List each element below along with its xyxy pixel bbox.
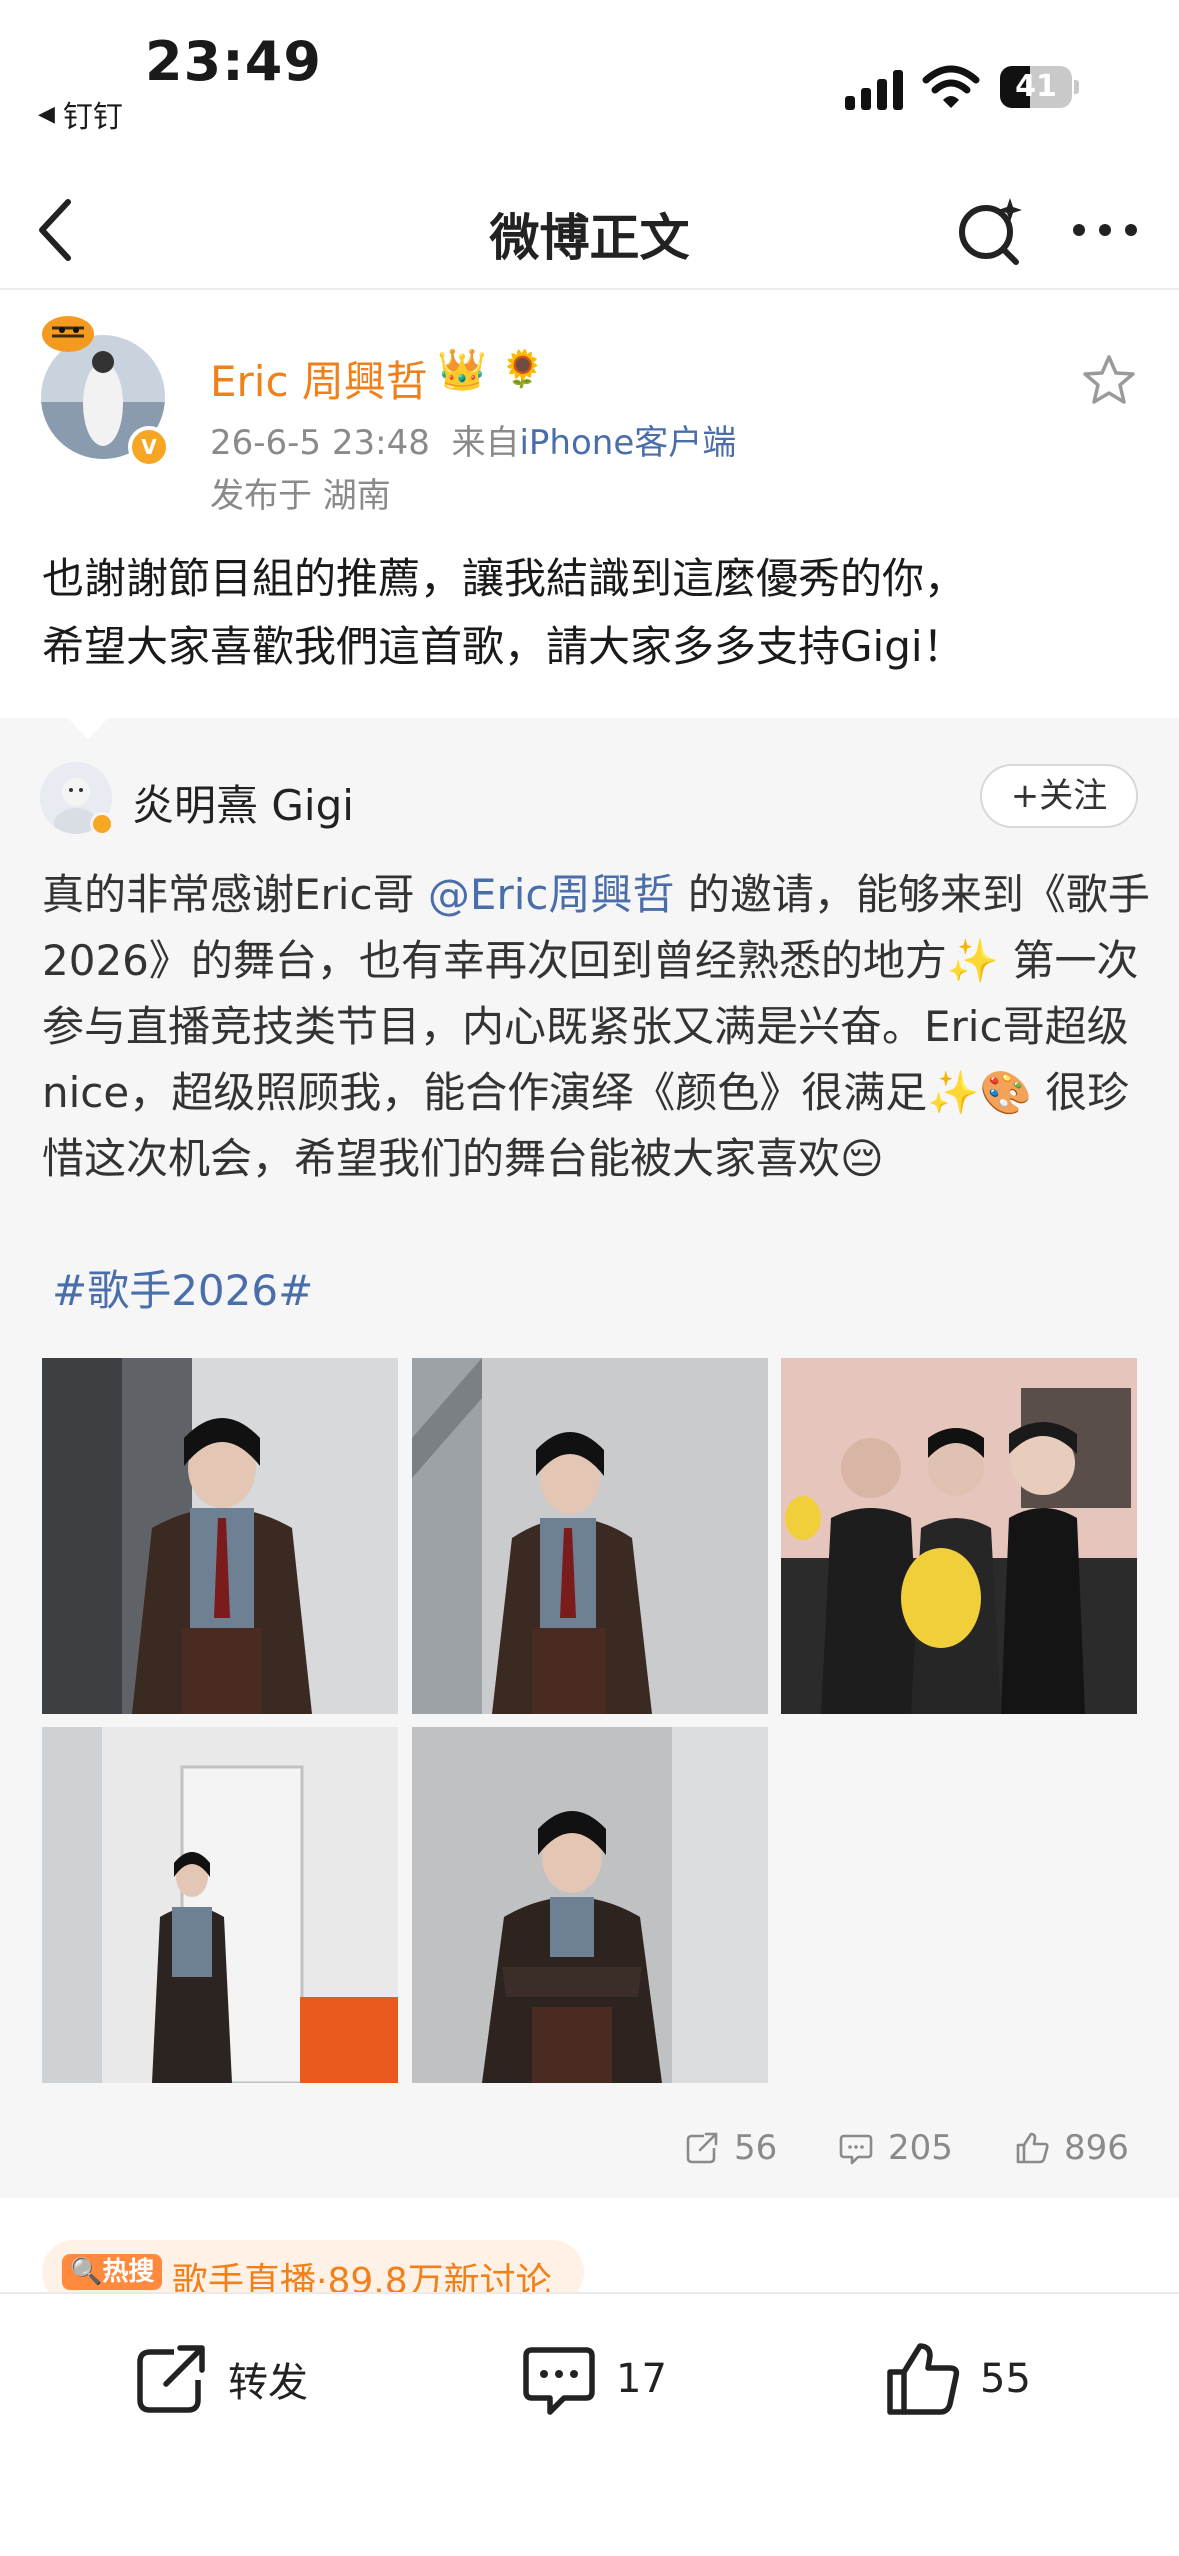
like-count: 896 bbox=[1064, 2128, 1129, 2168]
back-chevron-icon[interactable] bbox=[30, 192, 80, 268]
post-date: 26-6-5 23:48 bbox=[210, 423, 430, 463]
post-text-line: 希望大家喜歡我們這首歌，請大家多多支持Gigi！ bbox=[42, 622, 965, 671]
search-sparkle-icon[interactable] bbox=[950, 190, 1030, 270]
back-triangle-icon: ◀ bbox=[38, 101, 55, 127]
repost-body: 真的非常感谢Eric哥 @Eric周興哲 的邀请，能够来到《歌手2026》的舞台… bbox=[42, 862, 1152, 1192]
post-body: 也謝謝節目組的推薦，讓我結識到這麼優秀的你， 希望大家喜歡我們這首歌，請大家多多… bbox=[42, 545, 1142, 681]
post-source-link[interactable]: iPhone客户端 bbox=[519, 423, 736, 463]
repost-icon bbox=[686, 2132, 718, 2164]
like-icon bbox=[1016, 2132, 1049, 2164]
like-icon bbox=[887, 2343, 960, 2415]
photo-thumbnail[interactable] bbox=[42, 1358, 398, 1714]
repost-icon bbox=[137, 2345, 205, 2413]
battery-level: 41 bbox=[1015, 69, 1057, 104]
like-count: 55 bbox=[980, 2356, 1031, 2402]
status-bar: 23:49 ◀ 钉钉 41 bbox=[0, 0, 1179, 150]
hashtag-link[interactable]: #歌手2026# bbox=[52, 1257, 313, 1318]
crown-badge-icon[interactable]: 👑 bbox=[437, 346, 487, 393]
bottom-action-bar: 转发 17 55 bbox=[0, 2292, 1179, 2556]
post-text-line: 也謝謝節目組的推薦，讓我結識到這麼優秀的你， bbox=[42, 554, 967, 603]
star-icon[interactable] bbox=[1080, 352, 1138, 410]
verified-badge-icon: V bbox=[128, 426, 170, 468]
cellular-signal-icon bbox=[845, 70, 903, 110]
repost-count: 56 bbox=[734, 2128, 778, 2168]
back-to-app-link[interactable]: ◀ 钉钉 bbox=[38, 92, 123, 136]
author-name[interactable]: Eric 周興哲 bbox=[210, 348, 428, 409]
photo-thumbnail[interactable] bbox=[412, 1358, 768, 1714]
repost-text-start: 真的非常感谢Eric哥 bbox=[42, 870, 428, 919]
repost-label: 转发 bbox=[228, 2360, 308, 2406]
comment-count: 17 bbox=[616, 2356, 667, 2402]
comment-icon bbox=[839, 2134, 873, 2165]
follow-button[interactable]: +关注 bbox=[980, 764, 1138, 828]
source-prefix: 来自 bbox=[451, 423, 520, 463]
more-dots-icon[interactable] bbox=[1065, 190, 1145, 270]
photo-thumbnail[interactable] bbox=[412, 1727, 768, 2083]
wifi-icon bbox=[922, 65, 980, 108]
like-stat[interactable]: 896 bbox=[1014, 2128, 1129, 2168]
status-time: 23:49 bbox=[145, 30, 322, 93]
repost-author-name[interactable]: 炎明熹 Gigi bbox=[132, 772, 354, 833]
back-app-label: 钉钉 bbox=[62, 100, 123, 135]
repost-stat[interactable]: 56 bbox=[684, 2128, 777, 2168]
hot-search-tag: 🔍热搜 bbox=[62, 2254, 163, 2290]
sunflower-badge-icon[interactable]: 🌻 bbox=[500, 348, 545, 390]
comment-stat[interactable]: 205 bbox=[838, 2128, 953, 2168]
photo-thumbnail[interactable] bbox=[781, 1358, 1137, 1714]
battery-indicator: 41 bbox=[1000, 66, 1079, 108]
post-meta: 26-6-5 23:48 来自iPhone客户端 bbox=[210, 415, 736, 464]
comment-icon bbox=[523, 2347, 595, 2415]
post-location: 发布于 湖南 bbox=[210, 476, 391, 516]
photo-thumbnail[interactable] bbox=[42, 1727, 398, 2083]
top-nav-bar: 微博正文 bbox=[0, 170, 1179, 290]
quote-notch bbox=[68, 718, 108, 740]
like-button[interactable]: 55 bbox=[884, 2334, 1031, 2424]
mention-link[interactable]: @Eric周興哲 bbox=[428, 870, 675, 919]
repost-button[interactable]: 转发 bbox=[132, 2334, 308, 2424]
comment-button[interactable]: 17 bbox=[520, 2334, 667, 2424]
repost-verified-badge-icon bbox=[90, 812, 114, 836]
comment-count: 205 bbox=[888, 2128, 953, 2168]
